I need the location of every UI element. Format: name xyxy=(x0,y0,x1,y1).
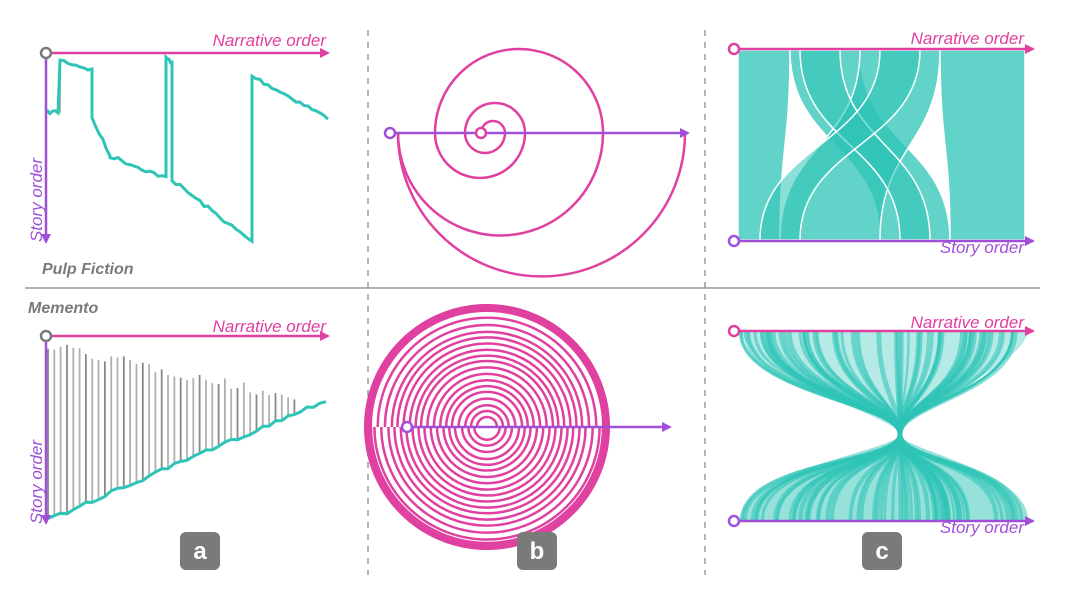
spiral-arc xyxy=(363,303,611,428)
story-step-line xyxy=(45,53,330,245)
panel-b-bottom xyxy=(363,303,672,551)
flow-bands xyxy=(738,331,1028,521)
origin-marker xyxy=(727,514,741,528)
jump-lines xyxy=(59,58,253,242)
narrative-order-label: Narrative order xyxy=(213,31,328,50)
origin-marker xyxy=(727,324,741,338)
spiral-arc xyxy=(450,390,524,428)
flow-bands xyxy=(737,49,1026,241)
panel-a-bottom: Memento Narrative order Story order xyxy=(27,300,330,525)
spiral-arc xyxy=(469,409,505,428)
origin-marker xyxy=(383,126,397,140)
narrative-order-label: Narrative order xyxy=(911,29,1026,48)
panel-a-top: Narrative order Story order Pulp Fiction xyxy=(27,31,330,278)
narrative-order-label: Narrative order xyxy=(911,313,1026,332)
spiral-arcs xyxy=(396,47,687,278)
panel-c-bottom: Narrative order Story order xyxy=(727,313,1035,537)
badge-c-label: c xyxy=(875,538,888,565)
start-marker xyxy=(474,126,488,140)
origin-marker xyxy=(400,420,414,434)
story-order-label: Story order xyxy=(27,439,46,524)
flow-band xyxy=(939,49,1026,241)
spiral-arc xyxy=(457,397,517,428)
narrative-order-label: Narrative order xyxy=(213,317,328,336)
origin-marker xyxy=(39,46,53,60)
origin-marker xyxy=(727,42,741,56)
spiral-arc xyxy=(453,426,521,461)
story-order-label: Story order xyxy=(940,238,1025,257)
film-title-pulp-fiction: Pulp Fiction xyxy=(42,261,134,278)
flow-band xyxy=(740,332,1028,434)
badge-a-label: a xyxy=(193,538,207,565)
spiral-arc xyxy=(475,415,499,428)
spiral-arc xyxy=(473,426,501,441)
badge-b: b xyxy=(517,532,557,570)
panel-b-top xyxy=(383,47,690,278)
story-order-label: Story order xyxy=(27,157,46,242)
panel-c-top: Narrative order Story order xyxy=(727,29,1035,257)
badge-b-label: b xyxy=(530,538,545,565)
spiral-arc xyxy=(433,132,527,180)
origin-marker xyxy=(39,329,53,343)
badge-a: a xyxy=(180,532,220,570)
badge-c: c xyxy=(862,532,902,570)
spiral-arc xyxy=(463,101,527,134)
film-title-memento: Memento xyxy=(28,300,98,317)
story-order-label: Story order xyxy=(940,518,1025,537)
figure-canvas: Narrative order Story order Pulp Fiction… xyxy=(25,29,1040,575)
origin-marker xyxy=(727,234,741,248)
spiral-arc xyxy=(433,47,605,134)
